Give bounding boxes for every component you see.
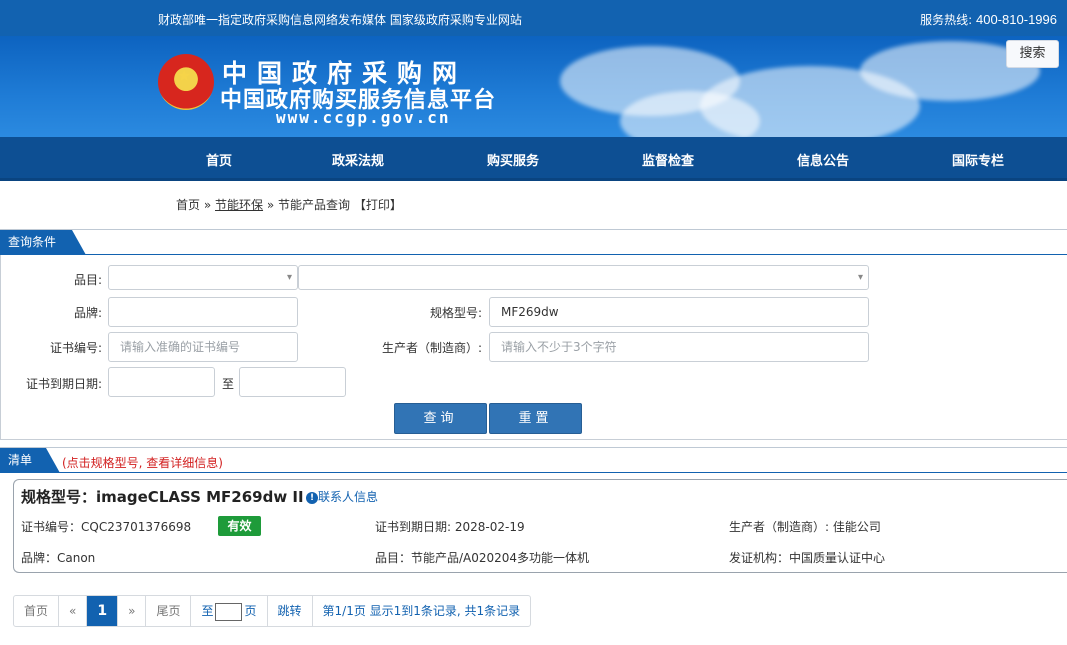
- page-summary: 第1/1页 显示1到1条记录, 共1条记录: [322, 604, 521, 618]
- page-goto: 至页: [191, 596, 268, 626]
- expiry-to-label: 至: [221, 377, 234, 391]
- page-current[interactable]: 1: [87, 596, 119, 626]
- breadcrumb-energy-saving[interactable]: 节能环保: [215, 198, 263, 212]
- site-url: www.ccgp.gov.cn: [276, 108, 451, 127]
- hotline-label: 服务热线:: [920, 13, 973, 27]
- result-manufacturer: 生产者（制造商）: 佳能公司: [729, 520, 881, 534]
- list-hint: (点击规格型号, 查看详细信息): [62, 456, 223, 470]
- result-model-title[interactable]: 规格型号：imageCLASS MF269dw II: [21, 486, 304, 507]
- status-badge: 有效: [218, 516, 261, 536]
- expiry-to-input[interactable]: [239, 367, 346, 397]
- brand-input[interactable]: [108, 297, 298, 327]
- reset-button[interactable]: 重置: [489, 403, 582, 434]
- site-slogan: 财政部唯一指定政府采购信息网络发布媒体 国家级政府采购专业网站: [158, 13, 522, 27]
- contact-info-link[interactable]: ! 联系人信息: [306, 488, 378, 505]
- print-link[interactable]: 【打印】: [354, 198, 402, 212]
- expiry-from-input[interactable]: [108, 367, 215, 397]
- nav-item-supervision[interactable]: 监督检查: [642, 150, 694, 169]
- manufacturer-input[interactable]: 请输入不少于3个字符: [489, 332, 869, 362]
- breadcrumb: 首页 » 节能环保 » 节能产品查询 【打印】: [176, 196, 402, 213]
- nav-item-regulations[interactable]: 政采法规: [332, 150, 384, 169]
- manufacturer-label: 生产者（制造商）:: [381, 341, 482, 355]
- breadcrumb-current: 节能产品查询: [278, 198, 351, 212]
- result-cert-no: 证书编号：CQC23701376698: [21, 520, 192, 534]
- nav-item-home[interactable]: 首页: [206, 150, 232, 169]
- category-select-primary[interactable]: [108, 265, 298, 290]
- list-panel-tab: 清单: [0, 448, 60, 473]
- list-panel-header: 清单 (点击规格型号, 查看详细信息): [0, 447, 1067, 473]
- model-input[interactable]: MF269dw: [489, 297, 869, 327]
- service-hotline: 服务热线: 400-810-1996: [920, 11, 1057, 28]
- brand-label: 品牌:: [73, 306, 102, 320]
- goto-suffix: 页: [244, 604, 257, 618]
- result-issuer: 发证机构：中国质量认证中心: [729, 551, 886, 565]
- jump-button[interactable]: 跳转: [268, 596, 313, 626]
- info-icon: !: [306, 492, 318, 504]
- query-panel-tab: 查询条件: [0, 230, 86, 255]
- model-label: 规格型号:: [429, 306, 482, 320]
- page-next[interactable]: »: [118, 596, 147, 626]
- breadcrumb-home[interactable]: 首页: [176, 198, 200, 212]
- category-select-secondary[interactable]: [298, 265, 869, 290]
- contact-info-label: 联系人信息: [318, 490, 379, 504]
- nav-item-announcements[interactable]: 信息公告: [797, 150, 849, 169]
- breadcrumb-separator: »: [203, 198, 212, 212]
- site-banner: 中国政府采购网 中国政府购买服务信息平台 www.ccgp.gov.cn 搜索: [0, 36, 1067, 137]
- cert-no-label: 证书编号:: [49, 341, 102, 355]
- result-category: 品目：节能产品/A020204多功能一体机: [375, 551, 590, 565]
- result-expiry: 证书到期日期: 2028-02-19: [375, 520, 525, 534]
- search-button[interactable]: 搜索: [1006, 40, 1059, 68]
- page-prev[interactable]: «: [59, 596, 88, 626]
- goto-prefix: 至: [201, 604, 214, 618]
- cert-no-input[interactable]: 请输入准确的证书编号: [108, 332, 298, 362]
- result-brand: 品牌：Canon: [21, 551, 96, 565]
- expiry-label: 证书到期日期:: [25, 377, 102, 391]
- nav-item-international[interactable]: 国际专栏: [952, 150, 1004, 169]
- main-nav: 首页 政采法规 购买服务 监督检查 信息公告 国际专栏: [0, 137, 1067, 181]
- national-emblem-icon: [158, 54, 214, 110]
- page-first[interactable]: 首页: [14, 596, 60, 626]
- nav-item-purchase-services[interactable]: 购买服务: [487, 150, 539, 169]
- query-panel-header: 查询条件: [0, 229, 1067, 255]
- query-button[interactable]: 查询: [394, 403, 487, 434]
- breadcrumb-separator: »: [266, 198, 275, 212]
- page-last[interactable]: 尾页: [146, 596, 192, 626]
- top-info-bar: 财政部唯一指定政府采购信息网络发布媒体 国家级政府采购专业网站 服务热线: 40…: [0, 0, 1067, 36]
- goto-page-input[interactable]: [215, 602, 243, 621]
- result-card: 规格型号：imageCLASS MF269dw II ! 联系人信息 证书编号：C…: [13, 479, 1067, 573]
- pagination: 首页 « 1 » 尾页 至页 跳转 第1/1页 显示1到1条记录, 共1条记录: [13, 595, 532, 627]
- hotline-number: 400-810-1996: [976, 12, 1057, 27]
- category-label: 品目:: [73, 273, 102, 287]
